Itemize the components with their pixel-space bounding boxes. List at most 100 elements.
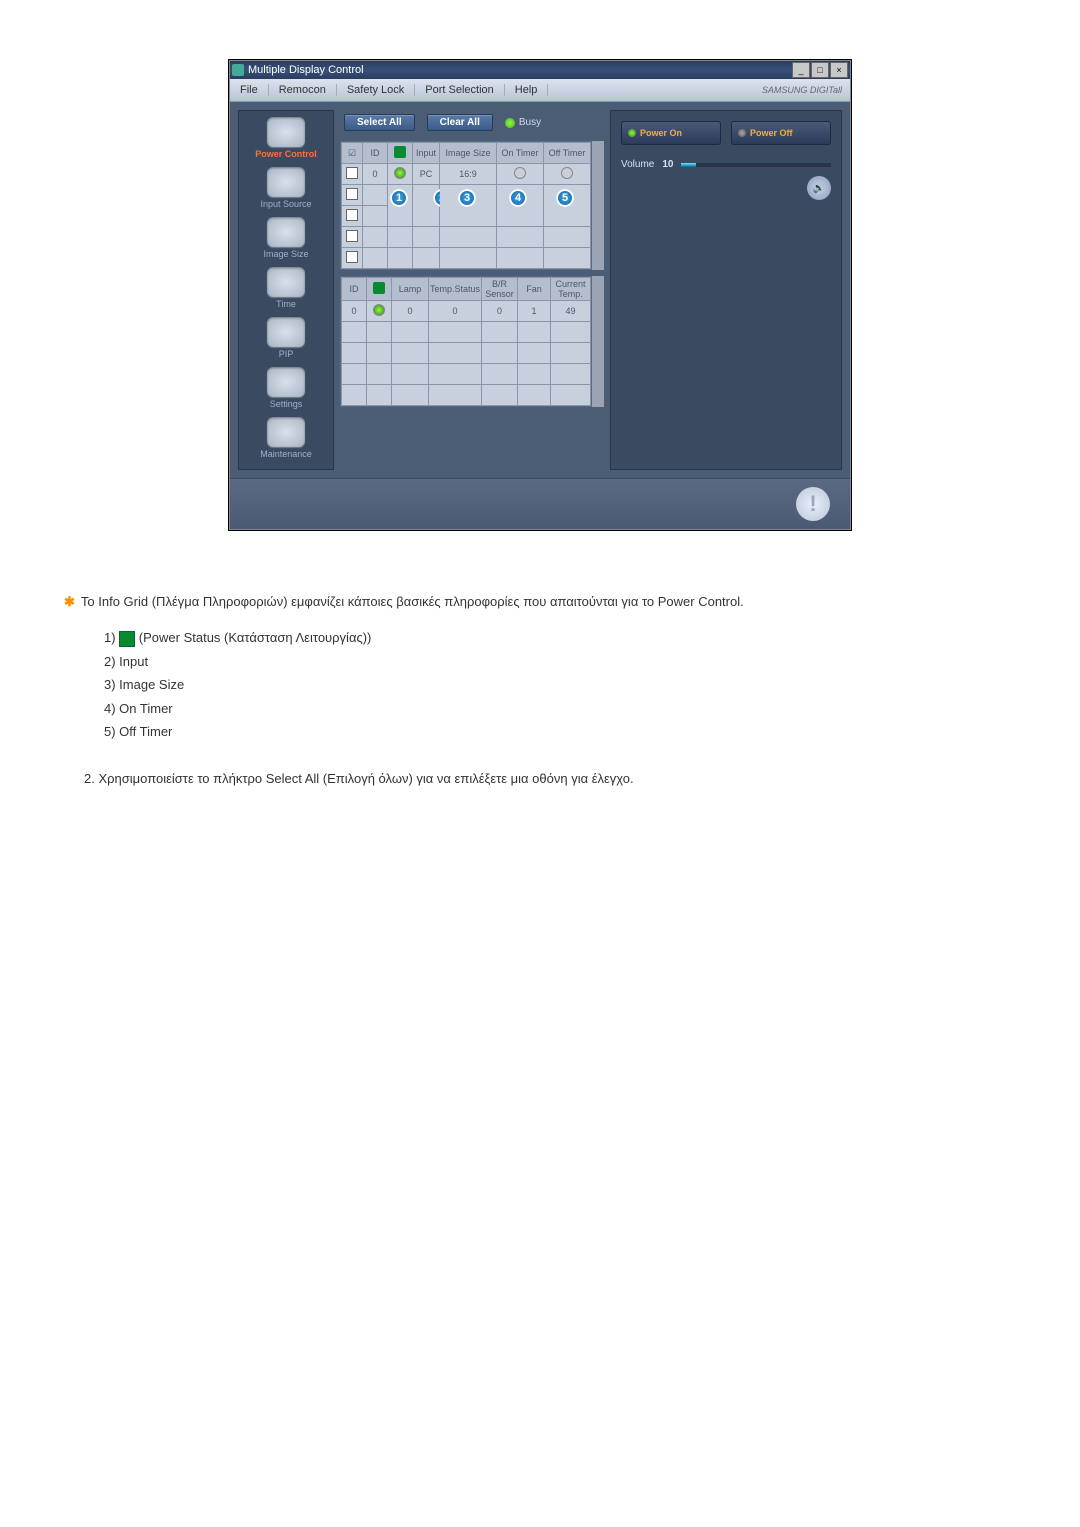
power-status-icon (373, 282, 385, 294)
row-checkbox[interactable] (346, 251, 358, 263)
col-off-timer: Off Timer (544, 143, 591, 164)
row-checkbox[interactable] (346, 167, 358, 179)
info-grid-2: ID Lamp Temp.Status B/R Sensor Fan Curre… (341, 277, 591, 406)
right-panel: Power On Power Off Volume 10 🔊 (610, 110, 842, 470)
image-size-icon (267, 217, 305, 247)
power-off-button[interactable]: Power Off (731, 121, 831, 145)
callout-5: 5 (556, 189, 574, 207)
table-row (342, 343, 591, 364)
power-icon (267, 117, 305, 147)
volume-value: 10 (662, 159, 673, 170)
col-check: ☑ (342, 143, 363, 164)
sidebar: Power Control Input Source Image Size Ti… (238, 110, 334, 470)
app-window: Multiple Display Control _ □ × File Remo… (229, 60, 851, 530)
speaker-icon[interactable]: 🔊 (807, 176, 831, 200)
clear-all-button[interactable]: Clear All (427, 114, 493, 131)
window-title: Multiple Display Control (248, 64, 364, 76)
doc-p2: 2. Χρησιμοποιείστε το πλήκτρο Select All… (84, 767, 1020, 790)
col2-br-sensor: B/R Sensor (482, 278, 518, 301)
col-power (388, 143, 413, 164)
on-timer-icon (514, 167, 526, 179)
time-icon (267, 267, 305, 297)
row-checkbox[interactable] (346, 188, 358, 200)
volume-label: Volume (621, 159, 654, 170)
sidebar-item-image-size[interactable]: Image Size (263, 217, 308, 259)
alert-icon: ! (796, 487, 830, 521)
cell2-id: 0 (342, 301, 367, 322)
power-on-button[interactable]: Power On (621, 121, 721, 145)
row-checkbox[interactable] (346, 230, 358, 242)
callout-1: 1 (390, 189, 408, 207)
menubar: File Remocon Safety Lock Port Selection … (230, 79, 850, 102)
menu-file[interactable]: File (230, 84, 269, 96)
cell-input: PC (413, 164, 440, 185)
doc-l3: 3) Image Size (104, 673, 1020, 696)
input-icon (267, 167, 305, 197)
brand-text: SAMSUNG DIGITall (762, 85, 850, 95)
table-row (342, 322, 591, 343)
col2-current-temp: Current Temp. (551, 278, 591, 301)
col2-id: ID (342, 278, 367, 301)
table-row (342, 364, 591, 385)
scrollbar[interactable] (592, 276, 604, 407)
cell2-curtemp: 49 (551, 301, 591, 322)
menu-port-selection[interactable]: Port Selection (415, 84, 504, 96)
col2-temp-status: Temp.Status (429, 278, 482, 301)
off-timer-icon (561, 167, 573, 179)
sidebar-item-power-control[interactable]: Power Control (255, 117, 317, 159)
table-row[interactable]: 0 0 0 0 1 49 (342, 301, 591, 322)
menu-help[interactable]: Help (505, 84, 549, 96)
doc-l2: 2) Input (104, 650, 1020, 673)
table-row[interactable] (342, 248, 591, 269)
table-row[interactable]: 1 2 3 4 5 (342, 185, 591, 206)
table-row[interactable] (342, 227, 591, 248)
power-off-dot-icon (738, 129, 746, 137)
cell-id: 0 (363, 164, 388, 185)
col2-power (367, 278, 392, 301)
doc-l4: 4) On Timer (104, 697, 1020, 720)
col-image-size: Image Size (440, 143, 497, 164)
col2-lamp: Lamp (392, 278, 429, 301)
col-input: Input (413, 143, 440, 164)
settings-icon (267, 367, 305, 397)
doc-l1: 1) (Power Status (Κατάσταση Λειτουργίας)… (104, 626, 1020, 649)
sidebar-item-pip[interactable]: PIP (267, 317, 305, 359)
col-id: ID (363, 143, 388, 164)
row-checkbox[interactable] (346, 209, 358, 221)
cell2-lamp: 0 (392, 301, 429, 322)
info-grid-1: ☑ ID Input Image Size On Timer Off Timer… (341, 142, 591, 269)
doc-l5: 5) Off Timer (104, 720, 1020, 743)
menu-safety-lock[interactable]: Safety Lock (337, 84, 415, 96)
callout-3: 3 (458, 189, 476, 207)
maximize-button[interactable]: □ (811, 62, 829, 78)
callout-4: 4 (509, 189, 527, 207)
cell-image-size: 16:9 (440, 164, 497, 185)
sidebar-item-maintenance[interactable]: Maintenance (260, 417, 312, 459)
doc-p1: Το Info Grid (Πλέγμα Πληροφοριών) εμφανί… (84, 590, 1020, 613)
maintenance-icon (267, 417, 305, 447)
close-button[interactable]: × (830, 62, 848, 78)
table-row[interactable]: 0 PC 16:9 (342, 164, 591, 185)
cell2-temp: 0 (429, 301, 482, 322)
power-status-inline-icon (119, 631, 135, 647)
col-on-timer: On Timer (497, 143, 544, 164)
sidebar-item-input-source[interactable]: Input Source (260, 167, 311, 209)
cell2-fan: 1 (518, 301, 551, 322)
titlebar: Multiple Display Control _ □ × (230, 61, 850, 79)
table-row (342, 385, 591, 406)
power-on-dot-icon (628, 129, 636, 137)
minimize-button[interactable]: _ (792, 62, 810, 78)
volume-slider[interactable] (681, 163, 831, 167)
sidebar-item-settings[interactable]: Settings (267, 367, 305, 409)
app-icon (232, 64, 244, 76)
select-all-button[interactable]: Select All (344, 114, 415, 131)
center-panel: Select All Clear All Busy ☑ ID Input Ima… (340, 110, 604, 470)
scrollbar[interactable] (592, 141, 604, 270)
power-status-icon (394, 146, 406, 158)
sidebar-item-time[interactable]: Time (267, 267, 305, 309)
power-status-on-icon (394, 167, 406, 179)
col2-fan: Fan (518, 278, 551, 301)
menu-remocon[interactable]: Remocon (269, 84, 337, 96)
power-status-on-icon (373, 304, 385, 316)
pip-icon (267, 317, 305, 347)
